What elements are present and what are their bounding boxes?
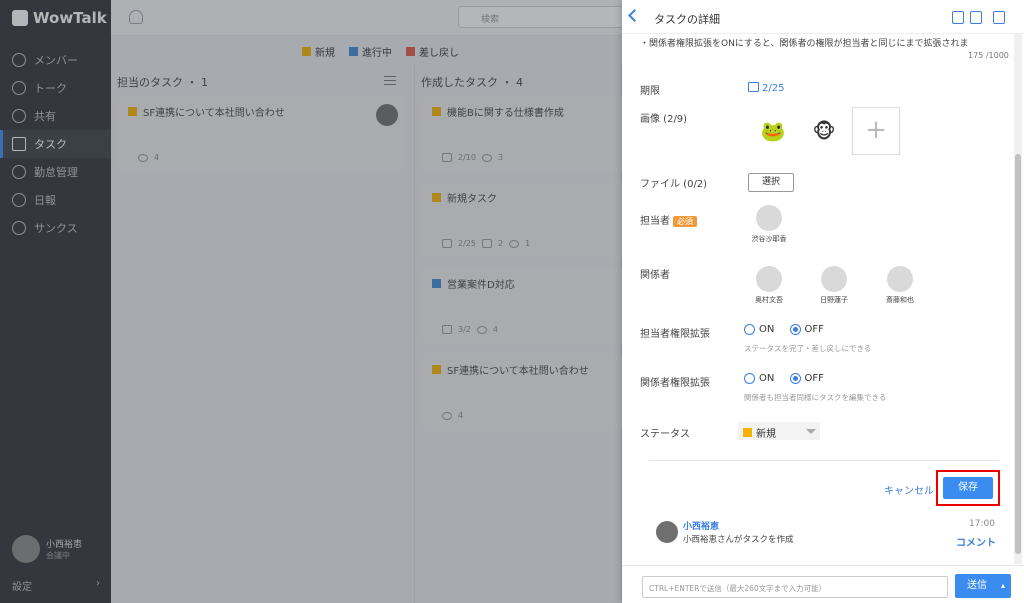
task-detail-panel: タスクの詳細 ・関係者権限拡張をONにすると、関係者の権限が担当者と同じにまで拡… (622, 0, 1024, 603)
panel-header: タスクの詳細 (622, 0, 1024, 34)
due-label: 期限 (640, 86, 660, 97)
assignee-ext-hint: ステータスを完了・差し戻しにできる (744, 344, 872, 353)
status-select[interactable]: 新規 (738, 422, 820, 440)
related-ext-label: 関係者権限拡張 (640, 378, 710, 389)
edit-icon[interactable] (952, 11, 964, 24)
related-person[interactable]: 日野蓮子 (809, 266, 859, 305)
related-ext-options: ON OFF (744, 373, 836, 387)
assignee-ext-options: ON OFF (744, 324, 836, 338)
related-ext-off-radio[interactable]: OFF (789, 373, 824, 384)
send-button[interactable]: 送信 ▴ (955, 574, 1011, 598)
image-thumbnail[interactable]: 🐸 (749, 107, 797, 155)
related-person[interactable]: 奥村文吾 (744, 266, 794, 305)
modal-overlay[interactable] (0, 0, 622, 603)
avatar (887, 266, 913, 292)
divider (649, 460, 999, 461)
log-time: 17:00 (969, 519, 995, 529)
related-ext-hint: 関係者も担当者同様にタスクを編集できる (744, 393, 887, 402)
radio-icon (789, 324, 801, 335)
related-ext-on-radio[interactable]: ON (744, 373, 774, 384)
status-label: ステータス (640, 429, 690, 440)
file-label: ファイル (0/2) (640, 179, 708, 190)
add-image-button[interactable]: + (852, 107, 900, 155)
comment-link[interactable]: コメント (956, 534, 996, 549)
save-button[interactable]: 保存 (943, 477, 993, 499)
assignee-ext-on-radio[interactable]: ON (744, 324, 774, 335)
image-label: 画像 (2/9) (640, 114, 688, 125)
radio-icon (789, 373, 801, 384)
select-file-button[interactable]: 選択 (748, 173, 794, 192)
save-highlight: 保存 (936, 470, 1000, 506)
radio-icon (744, 373, 755, 384)
scrollbar-thumb[interactable] (1015, 154, 1021, 554)
radio-icon (744, 324, 755, 335)
scrollbar[interactable] (1014, 34, 1022, 564)
avatar (756, 266, 782, 292)
assignee-ext-off-radio[interactable]: OFF (789, 324, 824, 335)
status-swatch (743, 427, 752, 437)
avatar (756, 205, 782, 231)
related-person[interactable]: 斎藤和也 (875, 266, 925, 305)
chevron-up-icon: ▴ (1000, 581, 1005, 590)
comment-footer: CTRL+ENTERで送信（最大260文字まで入力可能） 送信 ▴ (622, 565, 1024, 603)
cancel-button[interactable]: キャンセル (884, 482, 934, 497)
calendar-icon (748, 82, 759, 92)
description-text[interactable]: ・関係者権限拡張をONにすると、関係者の権限が担当者と同じにまで拡張されま (640, 36, 1002, 48)
char-count: 175 /1000 (968, 51, 1009, 60)
required-badge: 必須 (673, 216, 697, 227)
assignee-person[interactable]: 渋谷沙耶香 (744, 205, 794, 244)
trash-icon[interactable] (970, 11, 982, 24)
image-thumbnail[interactable]: 🐵 (800, 107, 848, 155)
log-text: 小西裕恵さんがタスクを作成 (683, 535, 794, 545)
comment-input[interactable]: CTRL+ENTERで送信（最大260文字まで入力可能） (642, 576, 948, 598)
avatar (821, 266, 847, 292)
assignee-label: 担当者 必須 (640, 212, 697, 227)
log-author: 小西裕恵 (683, 522, 720, 532)
due-date[interactable]: 2/25 (748, 82, 784, 94)
avatar (656, 521, 678, 543)
related-label: 関係者 (640, 270, 670, 281)
back-icon[interactable] (628, 9, 641, 22)
chevron-down-icon (806, 429, 816, 434)
copy-icon[interactable] (993, 11, 1005, 24)
assignee-ext-label: 担当者権限拡張 (640, 329, 710, 340)
